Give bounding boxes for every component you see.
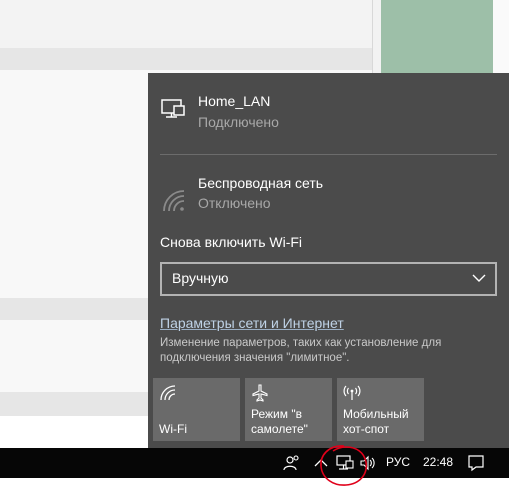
tile-wifi[interactable]: Wi-Fi [153, 378, 240, 441]
network-settings-description: Изменение параметров, таких как установл… [160, 337, 442, 364]
network-item-home-lan[interactable]: Home_LAN Подключено [148, 87, 509, 137]
network-name: Беспроводная сеть [198, 175, 324, 191]
divider [160, 154, 497, 155]
annotation-circle [320, 445, 368, 486]
tile-mobile-hotspot[interactable]: Мобильный хот-спот [337, 378, 424, 441]
dropdown-value: Вручную [172, 270, 229, 286]
network-item-wireless[interactable]: Беспроводная сеть Отключено [148, 169, 509, 219]
network-settings-link[interactable]: Параметры сети и Интернет [160, 315, 344, 331]
tile-airplane-mode[interactable]: Режим "в самолете" [245, 378, 332, 441]
network-name: Home_LAN [198, 93, 271, 109]
tile-label: Режим "в самолете" [251, 407, 308, 436]
network-flyout: Home_LAN Подключено Беспроводная сеть От… [148, 73, 509, 448]
people-icon[interactable] [283, 454, 301, 472]
bottom-strip [0, 478, 509, 488]
background-band [0, 48, 372, 70]
background-green-block [381, 0, 493, 74]
tile-label: Wi-Fi [159, 422, 187, 436]
background-stripe [493, 0, 509, 74]
language-indicator[interactable]: РУС [386, 455, 410, 469]
clock[interactable]: 22:48 [423, 455, 453, 469]
chevron-down-icon [472, 274, 486, 282]
wifi-off-icon [163, 190, 185, 212]
wifi-icon [160, 385, 176, 401]
wifi-reenable-dropdown[interactable]: Вручную [160, 262, 497, 296]
taskbar: РУС 22:48 [0, 448, 509, 478]
ethernet-icon [161, 99, 185, 118]
tile-label: Мобильный хот-спот [343, 407, 409, 436]
network-status: Отключено [198, 195, 271, 211]
hotspot-icon [343, 385, 361, 400]
background-window-top [0, 0, 372, 48]
network-status: Подключено [198, 114, 279, 130]
action-center-icon[interactable] [467, 454, 485, 472]
wifi-reenable-label: Снова включить Wi-Fi [160, 234, 303, 250]
airplane-icon [252, 384, 268, 402]
